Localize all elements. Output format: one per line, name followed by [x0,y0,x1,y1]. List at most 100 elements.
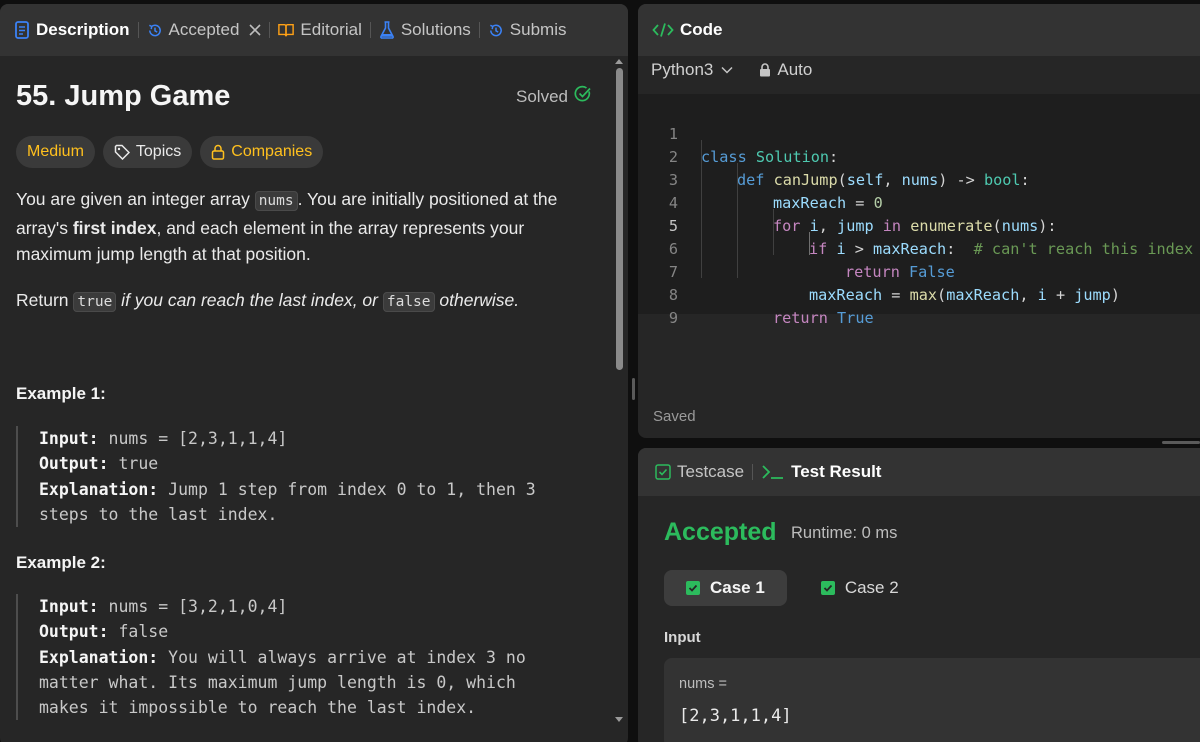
tab-accepted-label: Accepted [168,20,240,39]
check-square-icon [686,581,700,595]
tag-icon [114,144,130,160]
example-1-title: Example 1: [16,384,106,403]
explanation-label: Explanation: [39,647,159,667]
case-label: Case 2 [844,578,899,597]
flask-icon [379,21,395,39]
verdict-status: Accepted [664,518,777,546]
tab-test-result[interactable]: Test Result [761,448,881,496]
explanation-label: Explanation: [39,479,159,499]
line-number: 9 [668,309,678,327]
description-tabbar: Description Accepted Editorial Solutions [0,4,628,56]
test-result-panel: Testcase Test Result Accepted Runtime: 0… [638,448,1200,742]
solved-label: Solved [516,86,568,106]
topics-button[interactable]: Topics [102,136,193,168]
case-tabs: Case 1 Case 2 [664,570,921,606]
tab-submissions-label: Submis [509,20,567,39]
example-input: Input: nums = [3,2,1,0,4] [39,594,591,619]
problem-title[interactable]: 55. Jump Game [16,80,230,113]
scrollbar-thumb[interactable] [616,68,623,370]
input-variable-value: [2,3,1,1,4] [679,706,792,726]
code-line: 9 [638,284,1200,327]
explanation-text: makes it impossible to reach the last in… [39,698,477,718]
scroll-up-arrow-icon[interactable] [615,59,623,64]
tab-divider [752,464,754,480]
history-icon [147,22,163,38]
description-scrollbar[interactable] [612,56,626,742]
code-brackets-icon [652,22,674,38]
code-line: 3 maxReach = 0 [638,146,1200,212]
code-line-current: 5 if i > maxReach: # can't reach this in… [638,192,1200,258]
vertical-splitter-handle[interactable] [632,378,635,400]
runtime-text: Runtime: 0 ms [791,524,898,542]
input-value: nums = [3,2,1,0,4] [98,597,288,616]
explanation-text: Jump 1 step from index 0 to 1, then 3 [158,479,536,499]
tab-divider [369,22,371,38]
tab-solutions-label: Solutions [400,20,471,39]
tab-description-label: Description [36,20,130,39]
case-1-button[interactable]: Case 1 [664,570,787,606]
input-label: Input: [39,597,99,616]
tab-divider [269,22,271,38]
code-line: 6 return False [638,215,1200,281]
example-explanation: Explanation: You will always arrive at i… [39,645,591,670]
scroll-down-arrow-icon[interactable] [615,717,623,722]
input-section-label: Input [664,629,701,646]
tab-testcase-label: Testcase [677,462,745,481]
solved-status: Solved [516,85,592,108]
lock-icon [759,63,771,77]
explanation-text: You will always arrive at index 3 no [158,647,526,667]
language-select[interactable]: Python3 [651,60,713,80]
code-token: return [773,309,828,327]
case-2-button[interactable]: Case 2 [799,570,921,606]
tab-description[interactable]: Description [14,4,130,56]
tab-testcase[interactable]: Testcase [655,448,744,496]
check-circle-icon [574,85,592,108]
statement-italic: otherwise. [434,290,520,310]
example-explanation: Explanation: Jump 1 step from index 0 to… [39,477,591,502]
book-icon [278,22,295,38]
inline-code: nums [254,191,298,211]
tab-editorial[interactable]: Editorial [278,4,362,56]
autocomplete-mode[interactable]: Auto [777,60,812,80]
description-panel: Description Accepted Editorial Solutions [0,4,628,742]
lock-icon [211,144,225,160]
tab-code-label: Code [680,20,723,39]
tab-editorial-label: Editorial [300,20,362,39]
code-panel: Code Python3 Auto 1 class Solution: 2 de… [638,4,1200,438]
output-label: Output: [39,454,109,474]
terminal-icon [761,464,785,480]
statement-text: Return [16,290,74,310]
inline-code: false [382,292,435,312]
horizontal-splitter-handle[interactable] [1162,441,1200,444]
output-value: true [108,454,159,474]
tab-accepted[interactable]: Accepted [147,4,262,56]
code-line: 1 class Solution: [638,100,1200,166]
example-2-title: Example 2: [16,553,106,572]
input-value: nums = [2,3,1,1,4] [98,429,288,448]
companies-button[interactable]: Companies [200,136,324,168]
statement-text: You are given an integer array [16,189,255,209]
input-variable-name: nums = [679,676,727,692]
tab-divider [478,22,480,38]
example-output: Output: true [39,451,591,476]
history-icon [488,22,504,38]
code-text: return True [773,307,874,330]
chevron-down-icon[interactable] [721,66,733,74]
code-line: 2 def canJump(self, nums) -> bool: [638,123,1200,189]
tab-submissions[interactable]: Submis [488,4,567,56]
code-editor[interactable]: 1 class Solution: 2 def canJump(self, nu… [638,94,1200,327]
code-tabbar: Code [638,4,1200,56]
case-label: Case 1 [710,578,765,597]
tab-solutions[interactable]: Solutions [379,4,471,56]
inline-code: true [73,292,117,312]
document-icon [14,21,30,39]
example-2-block: Input: nums = [3,2,1,0,4] Output: false … [16,594,591,721]
example-1-block: Input: nums = [2,3,1,1,4] Output: true E… [16,426,591,528]
statement-italic: if you can reach the last index, or [116,290,383,310]
explanation-text: matter what. Its maximum jump length is … [39,672,516,692]
tab-code[interactable]: Code [652,4,723,56]
checkbox-icon [655,464,671,480]
topics-label: Topics [135,143,182,160]
close-icon[interactable] [249,24,261,36]
